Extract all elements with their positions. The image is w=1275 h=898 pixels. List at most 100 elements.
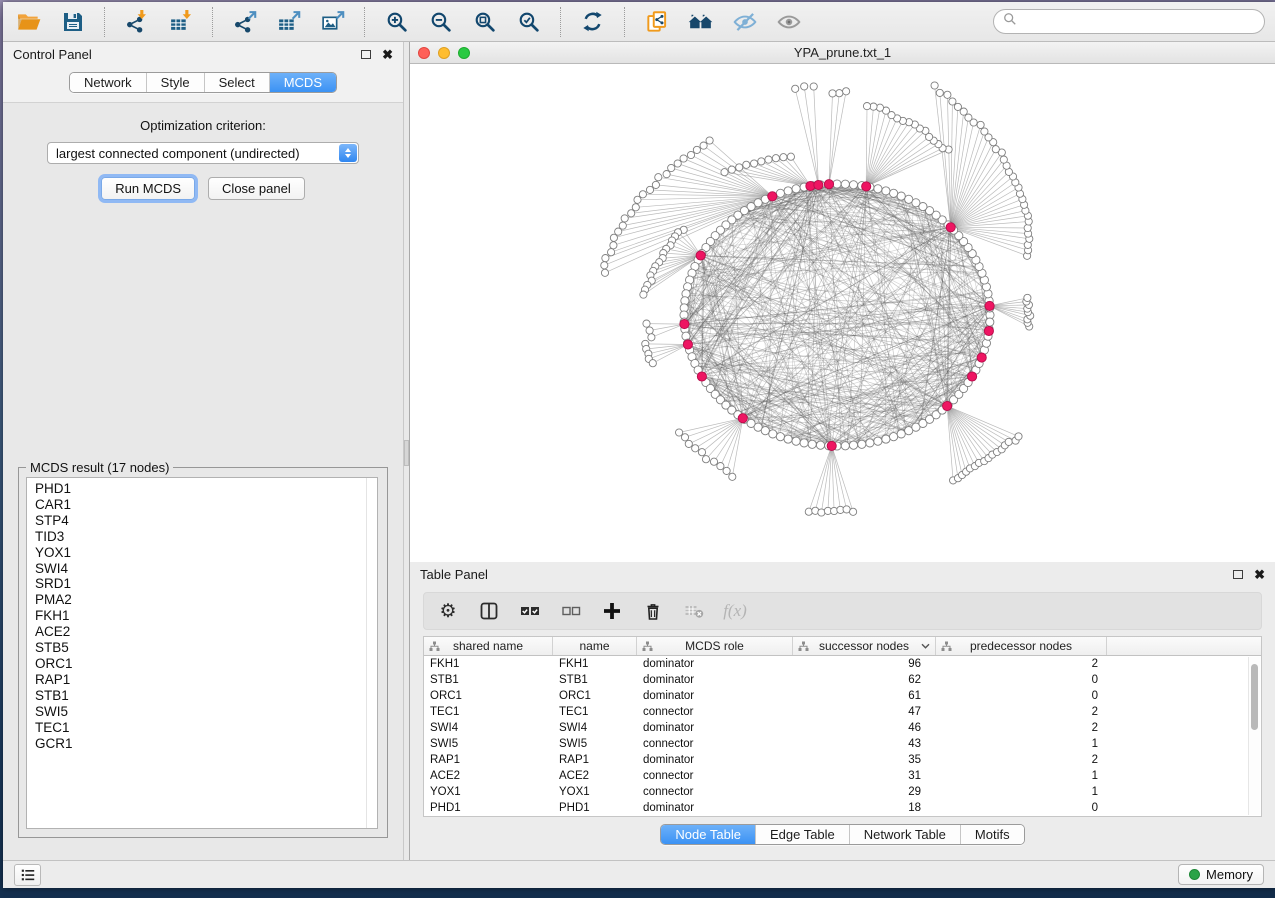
- refresh-view-icon[interactable]: [577, 6, 608, 37]
- mcds-result-item[interactable]: STB5: [35, 640, 377, 656]
- leaf-node[interactable]: [681, 434, 688, 441]
- table-cell[interactable]: STB1: [424, 674, 553, 686]
- table-cell[interactable]: 43: [793, 738, 936, 750]
- panel-splitter[interactable]: [403, 42, 410, 860]
- network-node[interactable]: [761, 427, 769, 435]
- mcds-node[interactable]: [984, 326, 993, 335]
- leaf-node[interactable]: [728, 166, 735, 173]
- task-history-button[interactable]: [14, 864, 41, 886]
- table-cell[interactable]: ORC1: [424, 690, 553, 702]
- leaf-node[interactable]: [836, 90, 843, 97]
- network-node[interactable]: [897, 430, 905, 438]
- leaf-node[interactable]: [680, 155, 687, 162]
- mcds-result-item[interactable]: STP4: [35, 513, 377, 529]
- leaf-node[interactable]: [721, 169, 728, 176]
- leaf-node[interactable]: [687, 151, 694, 158]
- mcds-result-item[interactable]: CAR1: [35, 497, 377, 513]
- leaf-node[interactable]: [965, 114, 972, 121]
- network-node[interactable]: [784, 435, 792, 443]
- mcds-result-item[interactable]: SWI4: [35, 561, 377, 577]
- leaf-node[interactable]: [981, 128, 988, 135]
- search-input[interactable]: [1022, 13, 1255, 30]
- network-canvas-svg[interactable]: [410, 64, 1275, 562]
- leaf-node[interactable]: [640, 291, 647, 298]
- table-row[interactable]: YOX1YOX1connector291: [424, 784, 1261, 800]
- leaf-node[interactable]: [706, 137, 713, 144]
- leaf-node[interactable]: [674, 160, 681, 167]
- leaf-node[interactable]: [610, 242, 617, 249]
- table-cell[interactable]: 46: [793, 722, 936, 734]
- leaf-node[interactable]: [601, 269, 608, 276]
- mcds-node[interactable]: [696, 251, 705, 260]
- network-node[interactable]: [874, 437, 882, 445]
- leaf-node[interactable]: [780, 154, 787, 161]
- leaf-node[interactable]: [949, 98, 956, 105]
- column-header-predecessor-nodes[interactable]: predecessor nodes: [936, 637, 1107, 655]
- table-cell[interactable]: dominator: [637, 674, 793, 686]
- network-node[interactable]: [849, 441, 857, 449]
- mcds-result-item[interactable]: SRD1: [35, 576, 377, 592]
- table-cell[interactable]: ACE2: [424, 770, 553, 782]
- table-row[interactable]: FKH1FKH1dominator962: [424, 656, 1261, 672]
- network-node[interactable]: [792, 437, 800, 445]
- table-cell[interactable]: STB1: [553, 674, 637, 686]
- table-cell[interactable]: 2: [936, 754, 1107, 766]
- network-node[interactable]: [833, 180, 841, 188]
- leaf-node[interactable]: [818, 509, 825, 516]
- tab-mcds[interactable]: MCDS: [269, 73, 336, 92]
- table-mode-icon[interactable]: ⚙: [436, 599, 460, 623]
- leaf-node[interactable]: [850, 508, 857, 515]
- table-cell[interactable]: connector: [637, 738, 793, 750]
- table-cell[interactable]: 31: [793, 770, 936, 782]
- table-cell[interactable]: 29: [793, 786, 936, 798]
- table-cell[interactable]: connector: [637, 786, 793, 798]
- network-node[interactable]: [890, 433, 898, 441]
- table-cell[interactable]: RAP1: [553, 754, 637, 766]
- table-row[interactable]: ACE2ACE2connector311: [424, 768, 1261, 784]
- leaf-node[interactable]: [772, 155, 779, 162]
- table-tab-node-table[interactable]: Node Table: [661, 825, 755, 844]
- leaf-node[interactable]: [619, 222, 626, 229]
- table-row[interactable]: PHD1PHD1dominator180: [424, 800, 1261, 816]
- deselect-all-columns-icon[interactable]: [559, 599, 583, 623]
- mcds-result-list[interactable]: PHD1CAR1STP4TID3YOX1SWI4SRD1PMA2FKH1ACE2…: [26, 477, 378, 829]
- leaf-node[interactable]: [648, 334, 655, 341]
- table-cell[interactable]: 62: [793, 674, 936, 686]
- table-cell[interactable]: YOX1: [553, 786, 637, 798]
- leaf-node[interactable]: [685, 440, 692, 447]
- table-cell[interactable]: dominator: [637, 754, 793, 766]
- table-cell[interactable]: SWI4: [553, 722, 637, 734]
- close-panel-icon[interactable]: ✖: [382, 48, 393, 61]
- leaf-node[interactable]: [639, 191, 646, 198]
- leaf-node[interactable]: [843, 88, 850, 95]
- network-node[interactable]: [800, 439, 808, 447]
- table-scrollbar[interactable]: [1248, 657, 1260, 815]
- table-cell[interactable]: 96: [793, 658, 936, 670]
- leaf-node[interactable]: [632, 204, 639, 211]
- network-node[interactable]: [808, 440, 816, 448]
- network-node[interactable]: [776, 189, 784, 197]
- leaf-node[interactable]: [663, 171, 670, 178]
- table-row[interactable]: STB1STB1dominator620: [424, 672, 1261, 688]
- table-cell[interactable]: connector: [637, 770, 793, 782]
- leaf-node[interactable]: [751, 160, 758, 167]
- leaf-node[interactable]: [615, 228, 622, 235]
- network-node[interactable]: [776, 433, 784, 441]
- table-cell[interactable]: TEC1: [424, 706, 553, 718]
- table-cell[interactable]: TEC1: [553, 706, 637, 718]
- mcds-node[interactable]: [680, 320, 689, 329]
- table-cell[interactable]: PHD1: [553, 802, 637, 814]
- leaf-node[interactable]: [649, 360, 656, 367]
- leaf-node[interactable]: [792, 85, 799, 92]
- leaf-node[interactable]: [765, 156, 772, 163]
- mcds-node[interactable]: [697, 372, 706, 381]
- zoom-out-icon[interactable]: [425, 6, 456, 37]
- close-panel-button[interactable]: Close panel: [208, 177, 305, 200]
- hide-selected-icon[interactable]: [729, 6, 760, 37]
- network-window-titlebar[interactable]: YPA_prune.txt_1: [410, 42, 1275, 64]
- table-row[interactable]: TEC1TEC1connector472: [424, 704, 1261, 720]
- mcds-node[interactable]: [977, 353, 986, 362]
- tab-select[interactable]: Select: [204, 73, 269, 92]
- save-session-icon[interactable]: [57, 6, 88, 37]
- table-cell[interactable]: YOX1: [424, 786, 553, 798]
